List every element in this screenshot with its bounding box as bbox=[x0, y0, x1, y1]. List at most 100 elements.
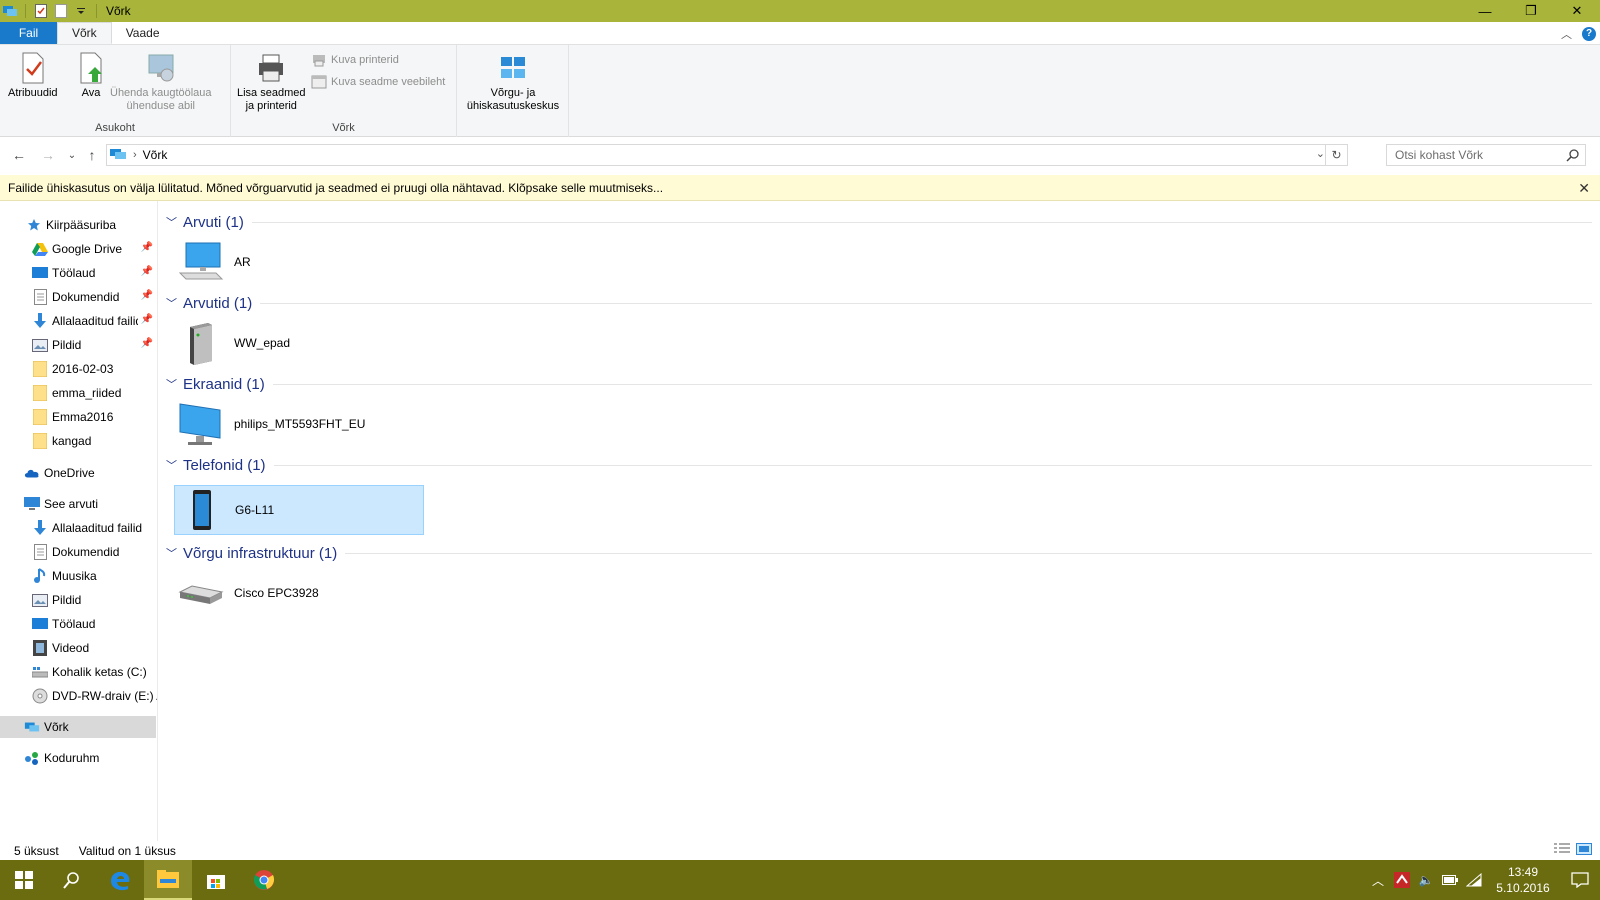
phone-icon bbox=[179, 487, 225, 533]
pin-icon[interactable]: 📌 bbox=[141, 242, 153, 253]
group-header-computers[interactable]: ﹀ Arvutid (1) bbox=[166, 292, 1592, 314]
group-header-computer[interactable]: ﹀ Arvuti (1) bbox=[166, 211, 1592, 233]
chrome-taskbar-button[interactable] bbox=[240, 860, 288, 900]
sidebar-item-network[interactable]: Võrk bbox=[0, 716, 156, 738]
pin-icon[interactable]: 📌 bbox=[141, 314, 153, 325]
open-button[interactable]: Ava bbox=[75, 51, 107, 100]
minimize-button[interactable]: — bbox=[1462, 0, 1508, 22]
group-header-displays[interactable]: ﹀ Ekraanid (1) bbox=[166, 373, 1592, 395]
network-device-item[interactable]: philips_MT5593FHT_EU bbox=[174, 399, 422, 449]
remote-desktop-button[interactable]: Ühenda kaugtöölaua ühenduse abil bbox=[110, 51, 212, 113]
show-hidden-icons-chevron-icon[interactable]: ︿ bbox=[1366, 860, 1390, 900]
sidebar-item-downloads[interactable]: Allalaaditud failid bbox=[0, 517, 157, 539]
forward-button[interactable]: → bbox=[39, 146, 57, 164]
store-taskbar-button[interactable] bbox=[192, 860, 240, 900]
group-sharing-center: Võrgu- ja ühiskasutuskeskus bbox=[457, 45, 569, 137]
breadcrumb-network[interactable]: Võrk bbox=[143, 148, 168, 162]
back-button[interactable]: ← bbox=[10, 146, 28, 164]
group-header-phones[interactable]: ﹀ Telefonid (1) bbox=[166, 454, 1592, 476]
collapse-chevron-icon[interactable]: ﹀ bbox=[166, 545, 177, 561]
sidebar-item-documents[interactable]: Dokumendid bbox=[0, 541, 157, 563]
volume-icon[interactable]: 🔈 bbox=[1414, 860, 1438, 900]
sidebar-item-local-disk[interactable]: Kohalik ketas (C:) bbox=[0, 661, 157, 683]
sidebar-item-label: Võrk bbox=[44, 720, 69, 734]
pin-icon[interactable]: 📌 bbox=[141, 290, 153, 301]
group-header-network-infrastructure[interactable]: ﹀ Võrgu infrastruktuur (1) bbox=[166, 542, 1592, 564]
pin-icon[interactable]: 📌 bbox=[141, 266, 153, 277]
collapse-chevron-icon[interactable]: ﹀ bbox=[166, 295, 177, 311]
clock[interactable]: 13:49 5.10.2016 bbox=[1486, 864, 1560, 896]
up-button[interactable]: ↑ bbox=[83, 146, 101, 164]
collapse-ribbon-icon[interactable]: ︿ bbox=[1561, 26, 1572, 42]
title-bar: Võrk — ❐ ✕ bbox=[0, 0, 1600, 22]
info-bar[interactable]: Failide ühiskasutus on välja lülitatud. … bbox=[0, 175, 1600, 201]
properties-button[interactable]: Atribuudid bbox=[8, 51, 58, 100]
network-sharing-center-button[interactable]: Võrgu- ja ühiskasutuskeskus bbox=[463, 51, 563, 113]
tab-network[interactable]: Võrk bbox=[57, 22, 112, 44]
network-device-item[interactable]: AR bbox=[174, 237, 422, 287]
sidebar-item-downloads[interactable]: Allalaaditud failid 📌 bbox=[0, 310, 157, 332]
breadcrumb-chevron-icon[interactable]: › bbox=[133, 149, 137, 161]
file-explorer-taskbar-button[interactable] bbox=[144, 860, 192, 900]
info-bar-text[interactable]: Failide ühiskasutus on välja lülitatud. … bbox=[8, 181, 663, 195]
tab-view[interactable]: Vaade bbox=[112, 22, 174, 44]
antivirus-icon[interactable] bbox=[1390, 860, 1414, 900]
address-dropdown-icon[interactable]: ⌄ bbox=[1316, 147, 1325, 160]
search-taskbar-button[interactable] bbox=[48, 860, 96, 900]
new-folder-icon[interactable] bbox=[53, 3, 69, 19]
sidebar-item-onedrive[interactable]: OneDrive bbox=[0, 462, 157, 484]
view-printers-button[interactable]: Kuva printerid bbox=[311, 53, 399, 67]
pin-icon[interactable]: 📌 bbox=[141, 338, 153, 349]
search-box[interactable]: Otsi kohast Võrk bbox=[1386, 144, 1586, 166]
collapse-chevron-icon[interactable]: ﹀ bbox=[166, 457, 177, 473]
google-drive-icon bbox=[32, 241, 48, 257]
sidebar-item-pictures[interactable]: Pildid 📌 bbox=[0, 334, 157, 356]
network-device-item-selected[interactable]: G6-L11 bbox=[174, 485, 424, 535]
wifi-icon[interactable] bbox=[1462, 860, 1486, 900]
edge-taskbar-button[interactable] bbox=[96, 860, 144, 900]
close-button[interactable]: ✕ bbox=[1554, 0, 1600, 22]
sidebar-item-homegroup[interactable]: Koduruhm bbox=[0, 747, 157, 769]
sidebar-item-folder[interactable]: kangad bbox=[0, 430, 157, 452]
sidebar-item-documents[interactable]: Dokumendid 📌 bbox=[0, 286, 157, 308]
tab-file[interactable]: Fail bbox=[0, 22, 57, 44]
sidebar-item-desktop[interactable]: Töölaud bbox=[0, 613, 157, 635]
sidebar-item-pictures[interactable]: Pildid bbox=[0, 589, 157, 611]
sidebar-item-google-drive[interactable]: Google Drive 📌 bbox=[0, 238, 157, 260]
network-icon[interactable] bbox=[2, 3, 18, 19]
sidebar-item-folder[interactable]: Emma2016 bbox=[0, 406, 157, 428]
network-device-item[interactable]: Cisco EPC3928 bbox=[174, 568, 422, 618]
sidebar-item-desktop[interactable]: Töölaud 📌 bbox=[0, 262, 157, 284]
recent-locations-dropdown[interactable]: ⌄ bbox=[63, 146, 81, 164]
store-icon bbox=[207, 875, 225, 889]
collapse-chevron-icon[interactable]: ﹀ bbox=[166, 376, 177, 392]
collapse-chevron-icon[interactable]: ﹀ bbox=[166, 214, 177, 230]
search-icon[interactable] bbox=[1566, 148, 1580, 165]
network-device-item[interactable]: WW_epad bbox=[174, 318, 422, 368]
maximize-button[interactable]: ❐ bbox=[1508, 0, 1554, 22]
sidebar-item-dvd-drive[interactable]: DVD-RW-draiv (E:) A bbox=[0, 685, 157, 707]
sidebar-item-folder[interactable]: 2016-02-03 bbox=[0, 358, 157, 380]
sidebar-item-music[interactable]: Muusika bbox=[0, 565, 157, 587]
sidebar-item-quick-access[interactable]: Kiirpääsuriba bbox=[0, 214, 157, 236]
address-bar[interactable]: › Võrk ⌄ ↻ bbox=[106, 144, 1348, 166]
properties-icon[interactable] bbox=[33, 3, 49, 19]
sidebar-item-label: kangad bbox=[52, 434, 92, 448]
group-divider bbox=[272, 383, 1592, 385]
sidebar-item-videos[interactable]: Videod bbox=[0, 637, 157, 659]
sidebar-item-folder[interactable]: emma_riided bbox=[0, 382, 157, 404]
help-icon[interactable]: ? bbox=[1582, 26, 1596, 41]
view-device-webpage-button[interactable]: Kuva seadme veebileht bbox=[311, 75, 445, 89]
customize-dropdown-icon[interactable] bbox=[73, 3, 89, 19]
add-devices-button[interactable]: Lisa seadmed ja printerid bbox=[237, 51, 306, 113]
refresh-button[interactable]: ↻ bbox=[1325, 145, 1347, 165]
action-center-icon[interactable] bbox=[1560, 860, 1600, 900]
sidebar-item-this-pc[interactable]: See arvuti bbox=[0, 493, 157, 515]
close-infobar-icon[interactable]: ✕ bbox=[1578, 180, 1590, 197]
search-input[interactable]: Otsi kohast Võrk bbox=[1395, 148, 1483, 162]
battery-icon[interactable] bbox=[1438, 860, 1462, 900]
sidebar-item-label: Pildid bbox=[52, 338, 82, 352]
details-view-icon[interactable] bbox=[1554, 843, 1570, 858]
large-icons-view-icon[interactable] bbox=[1576, 843, 1592, 858]
start-button[interactable] bbox=[0, 860, 48, 900]
